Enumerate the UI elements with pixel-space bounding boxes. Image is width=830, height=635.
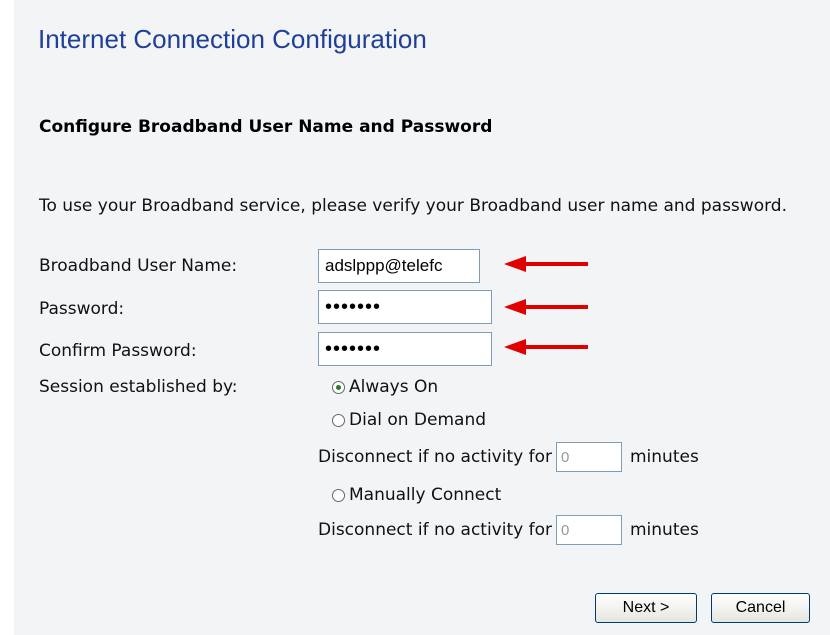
radio-unselected-icon[interactable] bbox=[332, 413, 345, 427]
confirm-password-input[interactable] bbox=[318, 332, 492, 366]
radio-selected-icon[interactable] bbox=[332, 380, 345, 394]
annotation-arrow-password bbox=[504, 299, 588, 315]
manual-disconnect-row: Disconnect if no activity for minutes bbox=[318, 515, 699, 545]
cancel-button[interactable]: Cancel bbox=[711, 593, 810, 623]
radio-always-on[interactable]: Always On bbox=[332, 377, 438, 397]
dial-timeout-input[interactable] bbox=[555, 442, 622, 472]
username-label: Broadband User Name: bbox=[39, 256, 238, 276]
intro-text: To use your Broadband service, please ve… bbox=[39, 196, 787, 216]
annotation-arrow-confirm bbox=[504, 339, 588, 355]
dial-disconnect-prefix: Disconnect if no activity for bbox=[318, 447, 552, 467]
session-label: Session established by: bbox=[39, 377, 238, 397]
next-button[interactable]: Next > bbox=[595, 593, 697, 623]
dial-disconnect-row: Disconnect if no activity for minutes bbox=[318, 442, 699, 472]
dial-disconnect-suffix: minutes bbox=[629, 447, 699, 467]
password-input[interactable] bbox=[318, 290, 492, 324]
annotation-arrow-username bbox=[504, 256, 588, 272]
radio-dial-on-demand[interactable]: Dial on Demand bbox=[332, 410, 486, 430]
manual-timeout-input[interactable] bbox=[555, 515, 622, 545]
username-input[interactable] bbox=[318, 249, 480, 283]
manual-disconnect-suffix: minutes bbox=[629, 520, 699, 540]
radio-manually-connect[interactable]: Manually Connect bbox=[332, 485, 501, 505]
config-panel: Internet Connection Configuration Config… bbox=[14, 0, 830, 635]
section-subtitle: Configure Broadband User Name and Passwo… bbox=[39, 117, 493, 137]
radio-dial-on-demand-label: Dial on Demand bbox=[349, 410, 487, 430]
radio-always-on-label: Always On bbox=[349, 377, 439, 397]
manual-disconnect-prefix: Disconnect if no activity for bbox=[318, 520, 552, 540]
password-label: Password: bbox=[39, 299, 125, 319]
confirm-password-label: Confirm Password: bbox=[39, 341, 197, 361]
page-title: Internet Connection Configuration bbox=[38, 24, 427, 54]
radio-manually-connect-label: Manually Connect bbox=[349, 485, 502, 505]
radio-unselected-icon[interactable] bbox=[332, 488, 345, 502]
